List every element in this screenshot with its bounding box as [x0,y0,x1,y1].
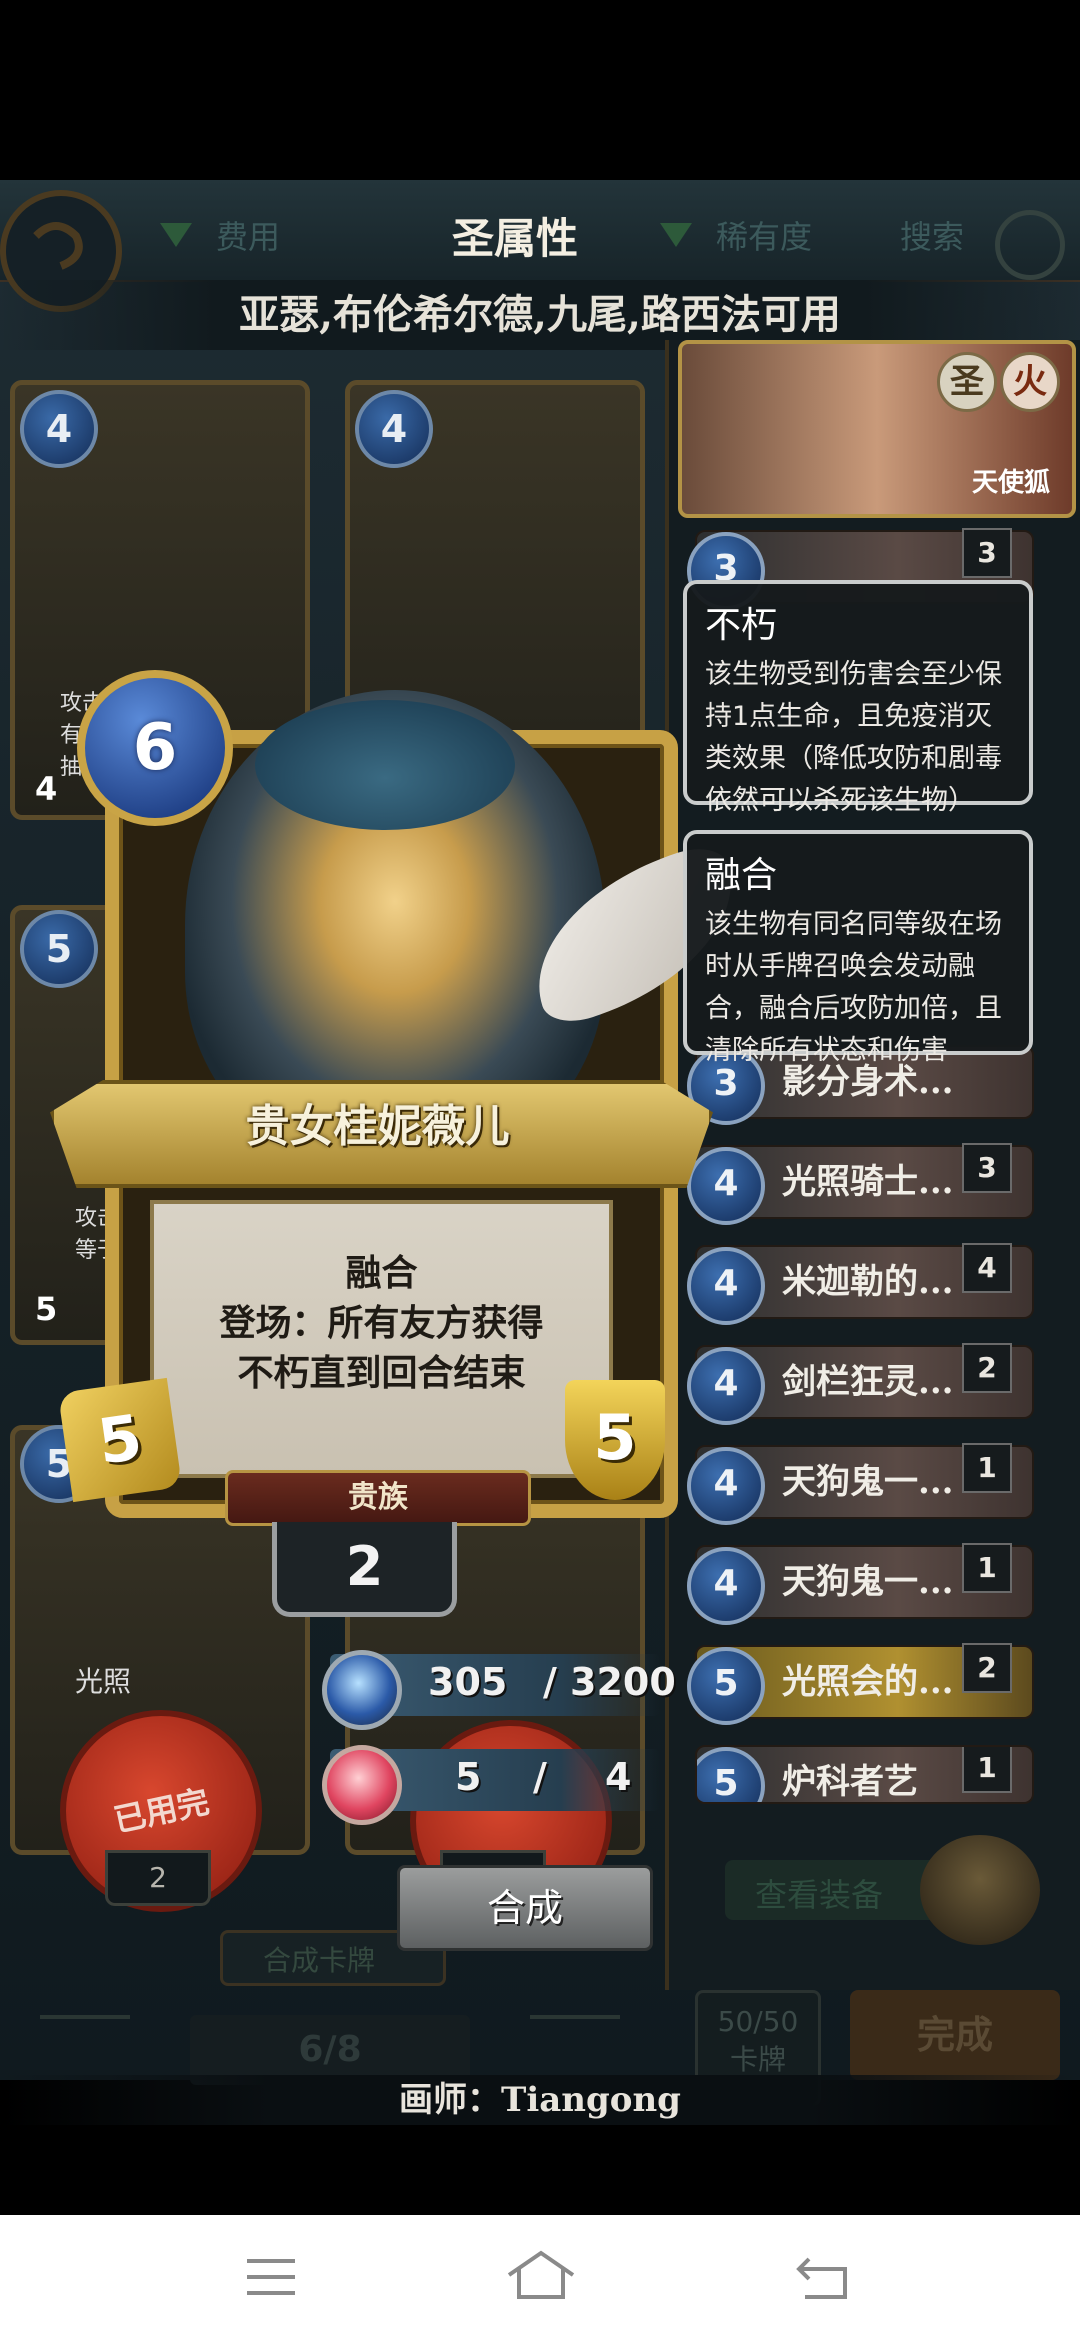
artist-credit: 画师：Tiangong [0,2075,1080,2125]
search-label[interactable]: 搜索 [900,210,964,260]
deck-card-count: 3 [962,528,1012,578]
system-nav-bar [0,2215,1080,2340]
card-tribe: 贵族 [225,1470,531,1526]
deck-list-item[interactable]: 4 天狗鬼一... 1 [687,1443,1034,1525]
card-cost: 4 [20,390,98,468]
card-attack: 5 [35,1290,58,1328]
filter-bar: 费用 圣属性 稀有度 搜索 [0,180,1080,312]
gem-separator: / [533,1755,547,1799]
deck-card-cost: 4 [687,1447,765,1525]
cost-filter[interactable]: 费用 [160,210,280,260]
card-owned-count: 2 [105,1850,211,1906]
tooltip-title: 不朽 [705,605,778,646]
attribute-filter-title[interactable]: 圣属性 [400,205,630,266]
holy-attribute-badge: 圣 [937,352,997,412]
card-cost-gem: 6 [77,670,233,826]
deck-card-count: 1 [962,1543,1012,1593]
search-icon[interactable] [995,210,1065,280]
card-text-line: 不朽直到回合结束 [237,1352,526,1394]
deck-card-name: 光照会的... [782,1662,954,1702]
tooltip-body: 该生物受到伤害会至少保持1点生命，且免疫消灭类效果（降低攻防和剧毒依然可以杀死该… [705,659,1002,816]
card-text-line: 融合 [345,1252,418,1294]
done-button[interactable]: 完成 [850,1990,1060,2080]
gem-max: 4 [605,1755,632,1799]
stamp-text: 已用完 [110,1782,213,1840]
gem-current: 5 [455,1755,482,1799]
deck-card-name: 剑栏狂灵... [782,1362,954,1402]
deck-card-name: 光照骑士... [782,1162,954,1202]
deck-list-item[interactable]: 4 米迦勒的... 4 [687,1243,1034,1325]
next-page-arrow-icon[interactable] [530,2015,620,2069]
rarity-filter[interactable]: 稀有度 [660,210,812,260]
hero-portrait[interactable]: 圣 火 天使狐 [678,340,1076,518]
tooltip-title: 融合 [705,855,778,896]
craft-cards-tab-label: 合成卡牌 [263,1944,376,1977]
crystal-separator: / [543,1660,557,1704]
hero-name: 天使狐 [972,468,1051,498]
fire-attribute-badge: 火 [1000,352,1060,412]
card-cost: 4 [355,390,433,468]
card-name: 贵女桂妮薇儿 [245,1101,510,1152]
dropdown-triangle-icon [160,223,192,247]
home-icon[interactable] [505,2249,577,2301]
helmet-icon [920,1835,1040,1945]
card-text-box: 融合 登场：所有友方获得 不朽直到回合结束 [150,1200,613,1478]
deck-card-name: 米迦勒的... [782,1262,954,1302]
owned-count: 2 [272,1522,457,1617]
gem-icon [322,1745,402,1825]
deck-card-count: 1 [962,1747,1012,1793]
card-detail: 6 贵女桂妮薇儿 融合 登场：所有友方获得 不朽直到回合结束 5 5 贵族 [50,670,760,1526]
deck-list-item[interactable]: 4 剑栏狂灵... 2 [687,1343,1034,1425]
deck-card-cost: 4 [687,1247,765,1325]
deck-card-count: 2 [962,1643,1012,1693]
card-art-hat [255,700,515,830]
keyword-tooltip-fusion: 融合 该生物有同名同等级在场时从手牌召唤会发动融合，融合后攻防加倍，且清除所有状… [683,830,1033,1066]
menu-icon[interactable] [245,2255,297,2299]
tooltip-body: 该生物有同名同等级在场时从手牌召唤会发动融合，融合后攻防加倍，且清除所有状态和伤… [705,909,1002,1066]
deck-card-cost: 4 [687,1347,765,1425]
deck-card-cost: 5 [697,1747,765,1802]
dropdown-triangle-icon [660,223,692,247]
crystal-max: 3200 [570,1660,676,1704]
card-cost: 5 [20,910,98,988]
cost-filter-label: 费用 [216,218,281,256]
view-equipment-label: 查看装备 [755,1876,884,1914]
deck-card-count: 3 [962,1143,1012,1193]
card-health: 5 [565,1380,665,1500]
rarity-filter-label: 稀有度 [716,218,813,256]
deck-card-count: 2 [962,1343,1012,1393]
deck-list-item[interactable]: 4 天狗鬼一... 1 [687,1543,1034,1625]
deck-card-name: 天狗鬼一... [782,1562,954,1602]
deck-card-cost: 4 [687,1547,765,1625]
deck-card-count: 4 [962,1243,1012,1293]
crystal-current: 305 [428,1660,508,1704]
keyword-tooltip-immortal: 不朽 该生物受到伤害会至少保持1点生命，且免疫消灭类效果（降低攻防和剧毒依然可以… [683,580,1033,816]
deck-list-item[interactable]: 4 光照骑士... 3 [687,1143,1034,1225]
game-screen: 费用 圣属性 稀有度 搜索 亚瑟,布伦希尔德,九尾,路西法可用 4 攻击 有几 … [0,180,1080,2106]
deck-count: 50/50 [717,2005,799,2038]
card-text-line: 登场：所有友方获得 [219,1302,544,1344]
prev-page-arrow-icon[interactable] [40,2015,130,2069]
card-attack: 5 [57,1377,183,1503]
deck-card-name: 炉科者艺 [782,1762,918,1802]
deck-card-cost: 5 [687,1647,765,1725]
deck-list-item[interactable]: 5 光照会的... 2 [687,1643,1034,1725]
deck-list-item[interactable]: 5 炉科者艺 1 [695,1745,1034,1804]
deck-card-count: 1 [962,1443,1012,1493]
card-attack: 4 [35,770,58,808]
deck-count-label: 卡牌 [729,2043,786,2076]
craft-button[interactable]: 合成 [397,1865,653,1951]
deck-card-name: 天狗鬼一... [782,1462,954,1502]
back-icon[interactable] [795,2255,851,2301]
card-name-snippet: 光照 [75,1665,132,1698]
deck-card-cost: 4 [687,1147,765,1225]
crystal-icon [322,1650,402,1730]
